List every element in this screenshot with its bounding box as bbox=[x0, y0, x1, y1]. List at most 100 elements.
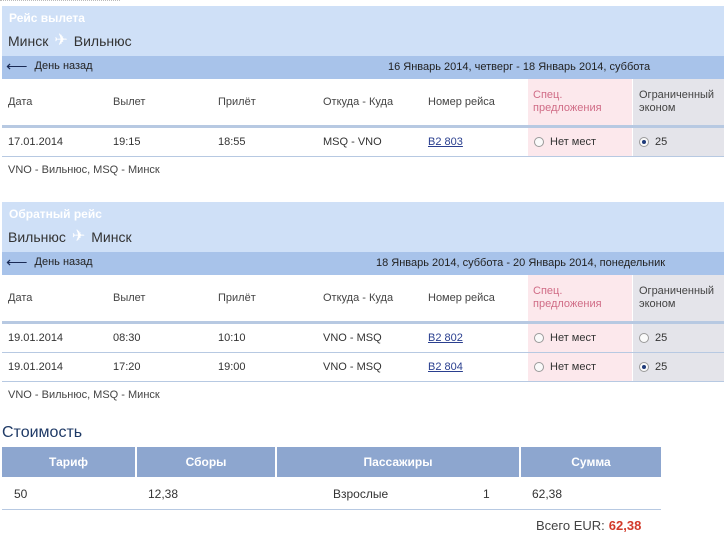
economy-price: 25 bbox=[655, 136, 668, 148]
flight-departure: 08:30 bbox=[113, 332, 141, 344]
outbound-date-range: 16 Январь 2014, четверг - 18 Январь 2014… bbox=[388, 61, 651, 73]
cost-col-fees: Сборы bbox=[185, 455, 227, 469]
col-special-line1: Спец. bbox=[533, 285, 563, 297]
outbound-route-from: Минск bbox=[8, 33, 49, 49]
col-special-line2: предложения bbox=[533, 298, 602, 310]
cost-tariff-value: 50 bbox=[14, 487, 28, 501]
outbound-date-nav: ⟵ День назад 16 Январь 2014, четверг - 1… bbox=[2, 56, 724, 79]
arrow-left-icon: ⟵ bbox=[6, 253, 28, 271]
col-limited-economy: Ограниченный эконом bbox=[633, 79, 724, 125]
flight-number-link[interactable]: B2 803 bbox=[428, 136, 463, 148]
special-offer-cell: Нет мест bbox=[528, 128, 632, 156]
cost-title: Стоимость bbox=[2, 424, 83, 441]
special-offer-label: Нет мест bbox=[550, 361, 597, 373]
outbound-prev-day-label: День назад bbox=[34, 60, 93, 72]
col-arrival: Прилёт bbox=[218, 96, 256, 108]
return-header: Обратный рейс Вильнюс ✈ Минск bbox=[2, 202, 724, 252]
return-date-nav: ⟵ День назад 18 Январь 2014, суббота - 2… bbox=[2, 252, 724, 275]
col-limited-economy: Ограниченный эконом bbox=[633, 275, 724, 321]
economy-price: 25 bbox=[655, 361, 668, 373]
outbound-header: Рейс вылета Минск ✈ Вильнюс bbox=[2, 6, 724, 56]
total-label: Всего EUR: bbox=[536, 518, 605, 533]
cost-fees-value: 12,38 bbox=[148, 487, 179, 501]
cost-table-header: Тариф Сборы Пассажиры Сумма bbox=[2, 447, 661, 477]
outbound-column-headers: Дата Вылет Прилёт Откуда - Куда Номер ре… bbox=[2, 79, 724, 128]
special-offer-radio[interactable] bbox=[534, 362, 544, 372]
return-route-to: Минск bbox=[91, 229, 132, 245]
cost-col-tariff: Тариф bbox=[49, 455, 88, 469]
cost-row: 50 12,38 Взрослые 1 62,38 bbox=[2, 477, 661, 510]
return-section: Обратный рейс Вильнюс ✈ Минск ⟵ День наз… bbox=[2, 202, 724, 408]
col-departure: Вылет bbox=[113, 96, 146, 108]
col-date: Дата bbox=[8, 292, 33, 304]
flight-arrival: 18:55 bbox=[218, 136, 246, 148]
total-amount: 62,38 bbox=[608, 518, 642, 533]
special-offer-radio[interactable] bbox=[534, 137, 544, 147]
col-from-to: Откуда - Куда bbox=[323, 292, 394, 304]
return-prev-day-link[interactable]: ⟵ День назад bbox=[6, 253, 93, 271]
outbound-prev-day-link[interactable]: ⟵ День назад bbox=[6, 57, 93, 75]
economy-cell: 25 bbox=[633, 128, 724, 156]
flight-route: VNO - MSQ bbox=[323, 361, 382, 373]
col-flight-number: Номер рейса bbox=[428, 96, 495, 108]
return-prev-day-label: День назад bbox=[34, 256, 93, 268]
cost-passenger-count: 1 bbox=[483, 487, 490, 501]
col-economy-line2: эконом bbox=[639, 298, 676, 310]
outbound-route-to: Вильнюс bbox=[73, 33, 132, 49]
return-title: Обратный рейс bbox=[9, 207, 102, 221]
cost-passenger-type: Взрослые bbox=[333, 487, 389, 501]
outbound-route: Минск ✈ Вильнюс bbox=[8, 32, 132, 50]
arrow-left-icon: ⟵ bbox=[6, 57, 28, 75]
return-date-range: 18 Январь 2014, суббота - 20 Январь 2014… bbox=[376, 257, 666, 269]
economy-cell: 25 bbox=[633, 324, 724, 352]
airports-note: VNO - Вильнюс, MSQ - Минск bbox=[8, 389, 160, 401]
special-offer-label: Нет мест bbox=[550, 332, 597, 344]
col-special-line1: Спец. bbox=[533, 89, 563, 101]
flight-row: 19.01.2014 08:30 10:10 VNO - MSQ B2 802 … bbox=[2, 324, 724, 353]
cost-col-passengers: Пассажиры bbox=[363, 455, 433, 469]
economy-radio[interactable] bbox=[639, 362, 649, 372]
col-special-offers: Спец. предложения bbox=[528, 275, 632, 321]
airplane-icon: ✈ bbox=[54, 32, 68, 49]
economy-price: 25 bbox=[655, 332, 668, 344]
col-economy-line1: Ограниченный bbox=[639, 285, 715, 297]
flight-date: 17.01.2014 bbox=[8, 136, 64, 148]
col-departure: Вылет bbox=[113, 292, 146, 304]
top-divider bbox=[0, 0, 120, 4]
flight-route: VNO - MSQ bbox=[323, 332, 382, 344]
flight-departure: 17:20 bbox=[113, 361, 141, 373]
economy-radio[interactable] bbox=[639, 137, 649, 147]
return-route-from: Вильнюс bbox=[8, 229, 66, 245]
special-offer-cell: Нет мест bbox=[528, 324, 632, 352]
col-economy-line1: Ограниченный bbox=[639, 89, 715, 101]
flight-row: 17.01.2014 19:15 18:55 MSQ - VNO B2 803 … bbox=[2, 128, 724, 157]
airports-note: VNO - Вильнюс, MSQ - Минск bbox=[8, 164, 160, 176]
cost-table: Тариф Сборы Пассажиры Сумма 50 12,38 Взр… bbox=[2, 447, 661, 510]
special-offer-radio[interactable] bbox=[534, 333, 544, 343]
economy-cell: 25 bbox=[633, 353, 724, 381]
col-arrival: Прилёт bbox=[218, 292, 256, 304]
col-date: Дата bbox=[8, 96, 33, 108]
total-price: Всего EUR: 62,38 bbox=[536, 518, 641, 533]
col-special-offers: Спец. предложения bbox=[528, 79, 632, 125]
flight-row: 19.01.2014 17:20 19:00 VNO - MSQ B2 804 … bbox=[2, 353, 724, 382]
special-offer-label: Нет мест bbox=[550, 136, 597, 148]
economy-radio[interactable] bbox=[639, 333, 649, 343]
flight-number-link[interactable]: B2 804 bbox=[428, 361, 463, 373]
col-flight-number: Номер рейса bbox=[428, 292, 495, 304]
outbound-title: Рейс вылета bbox=[9, 11, 85, 25]
flight-arrival: 10:10 bbox=[218, 332, 246, 344]
outbound-section: Рейс вылета Минск ✈ Вильнюс ⟵ День назад… bbox=[2, 6, 724, 183]
special-offer-cell: Нет мест bbox=[528, 353, 632, 381]
flight-departure: 19:15 bbox=[113, 136, 141, 148]
flight-arrival: 19:00 bbox=[218, 361, 246, 373]
flight-number-link[interactable]: B2 802 bbox=[428, 332, 463, 344]
col-special-line2: предложения bbox=[533, 102, 602, 114]
return-column-headers: Дата Вылет Прилёт Откуда - Куда Номер ре… bbox=[2, 275, 724, 324]
flight-date: 19.01.2014 bbox=[8, 361, 64, 373]
col-economy-line2: эконом bbox=[639, 102, 676, 114]
flight-route: MSQ - VNO bbox=[323, 136, 382, 148]
airplane-icon: ✈ bbox=[71, 228, 86, 245]
cost-col-sum: Сумма bbox=[571, 455, 611, 469]
return-route: Вильнюс ✈ Минск bbox=[8, 228, 132, 246]
